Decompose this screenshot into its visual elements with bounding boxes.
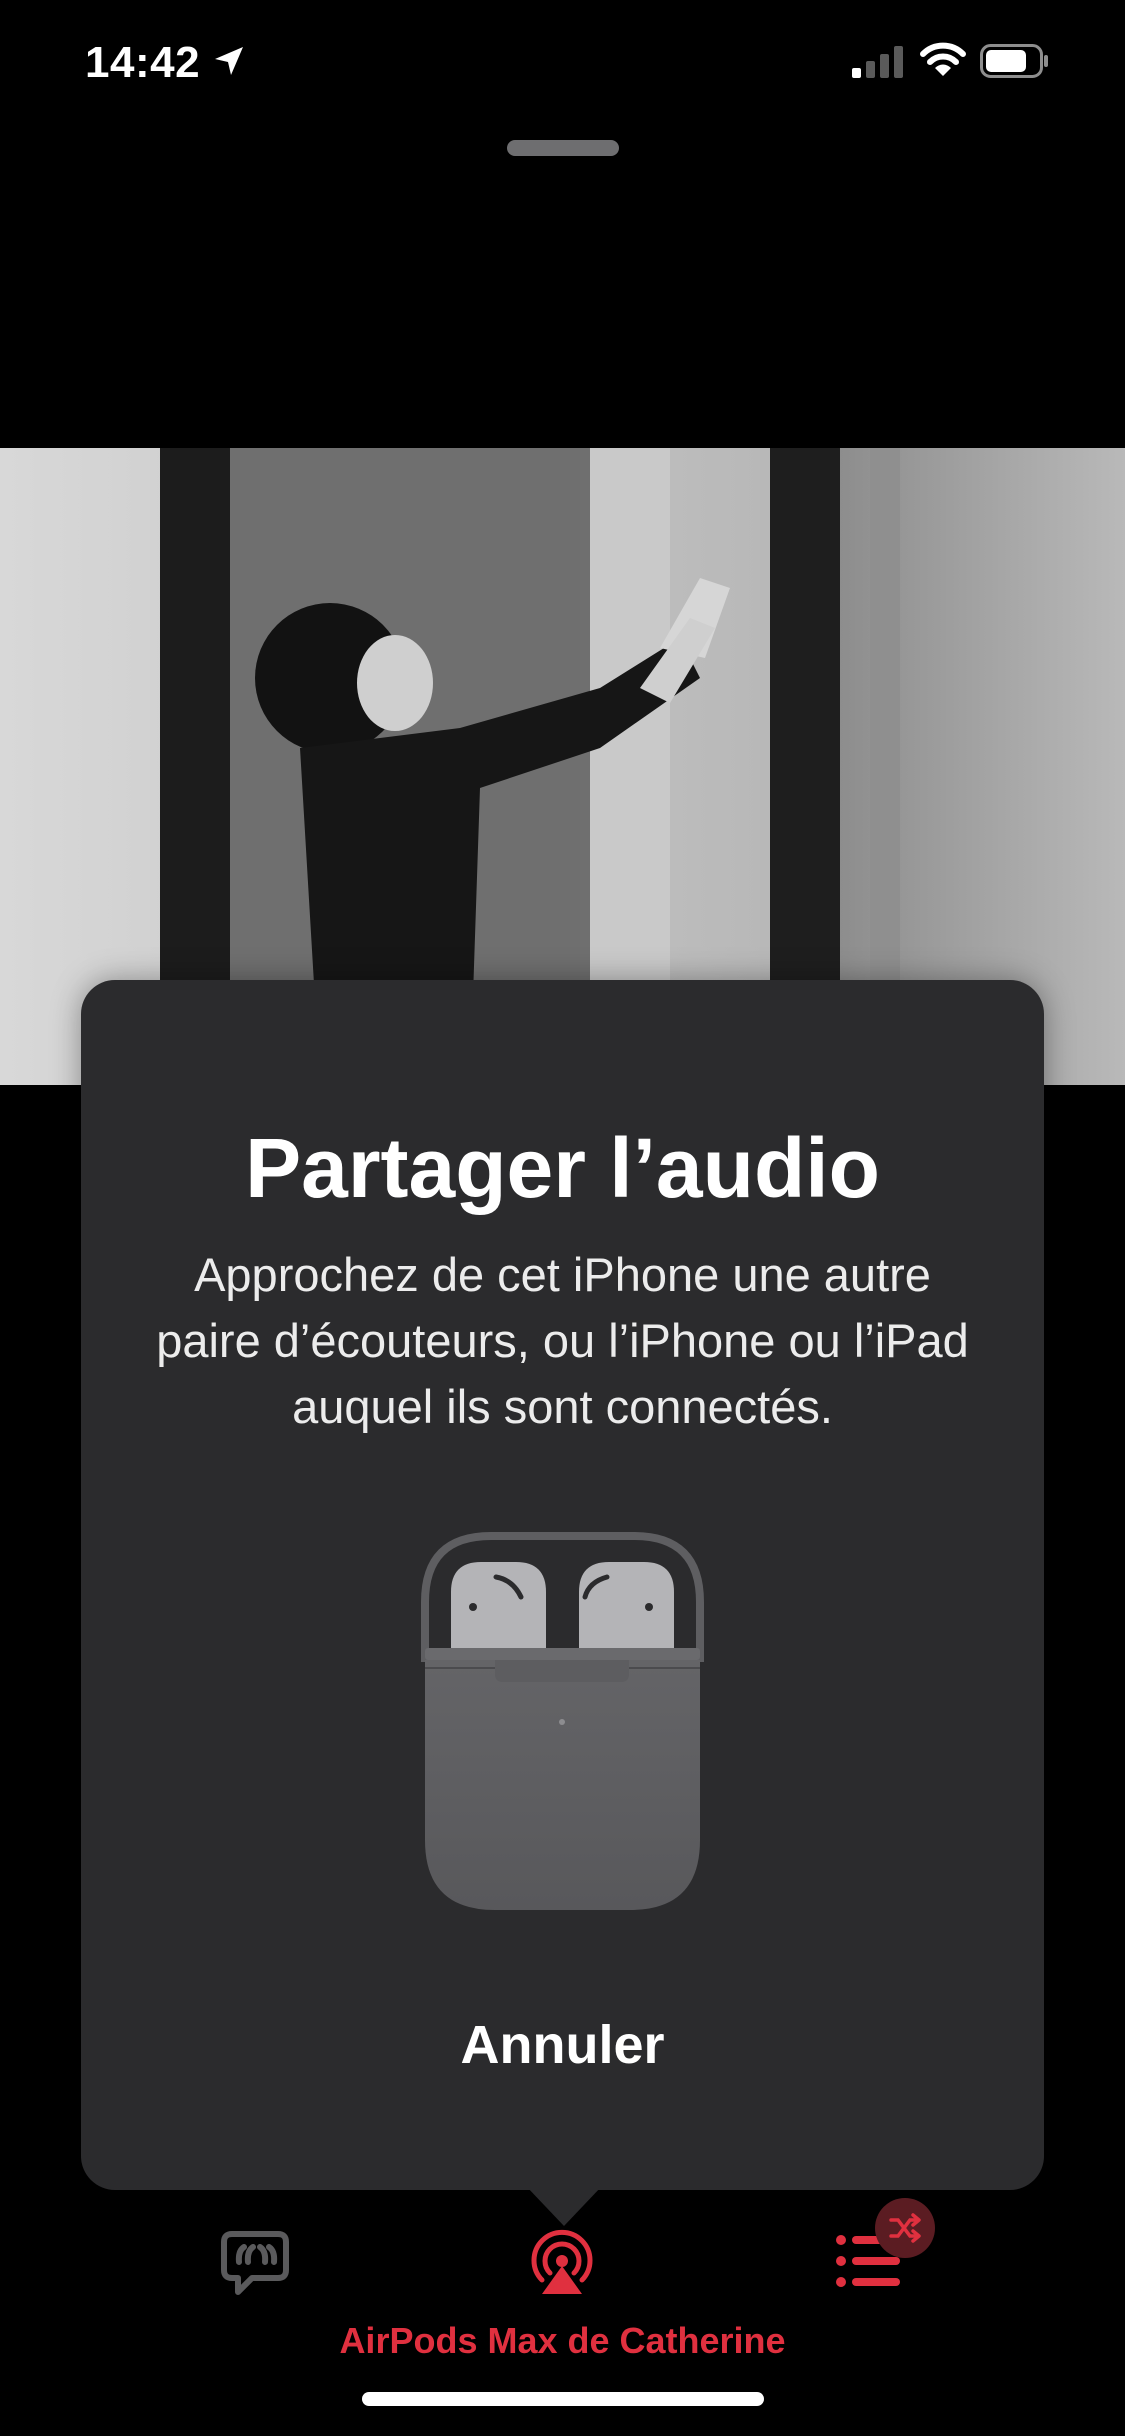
- cellular-signal-icon: [852, 46, 903, 78]
- sheet-pointer: [526, 2186, 602, 2226]
- lyrics-icon[interactable]: [220, 2230, 290, 2296]
- sheet-description: Approchez de cet iPhone une autre paire …: [156, 1248, 969, 1433]
- battery-icon: [980, 44, 1048, 78]
- output-device-label[interactable]: AirPods Max de Catherine: [0, 2320, 1125, 2362]
- wifi-icon: [920, 42, 966, 76]
- home-indicator: [362, 2392, 764, 2406]
- share-audio-sheet: Partager l’audio Approchez de cet iPhone…: [81, 980, 1044, 2190]
- status-bar: 14:42: [0, 0, 1125, 130]
- cancel-button[interactable]: Annuler: [411, 2000, 714, 2090]
- location-arrow-icon: [215, 47, 243, 75]
- airpods-case-icon: [421, 1532, 704, 1910]
- airplay-audio-icon[interactable]: [528, 2228, 596, 2296]
- sheet-title: Partager l’audio: [245, 1121, 880, 1215]
- shuffle-icon: [889, 2213, 921, 2243]
- sheet-grabber[interactable]: [507, 140, 619, 156]
- status-time: 14:42: [85, 38, 201, 87]
